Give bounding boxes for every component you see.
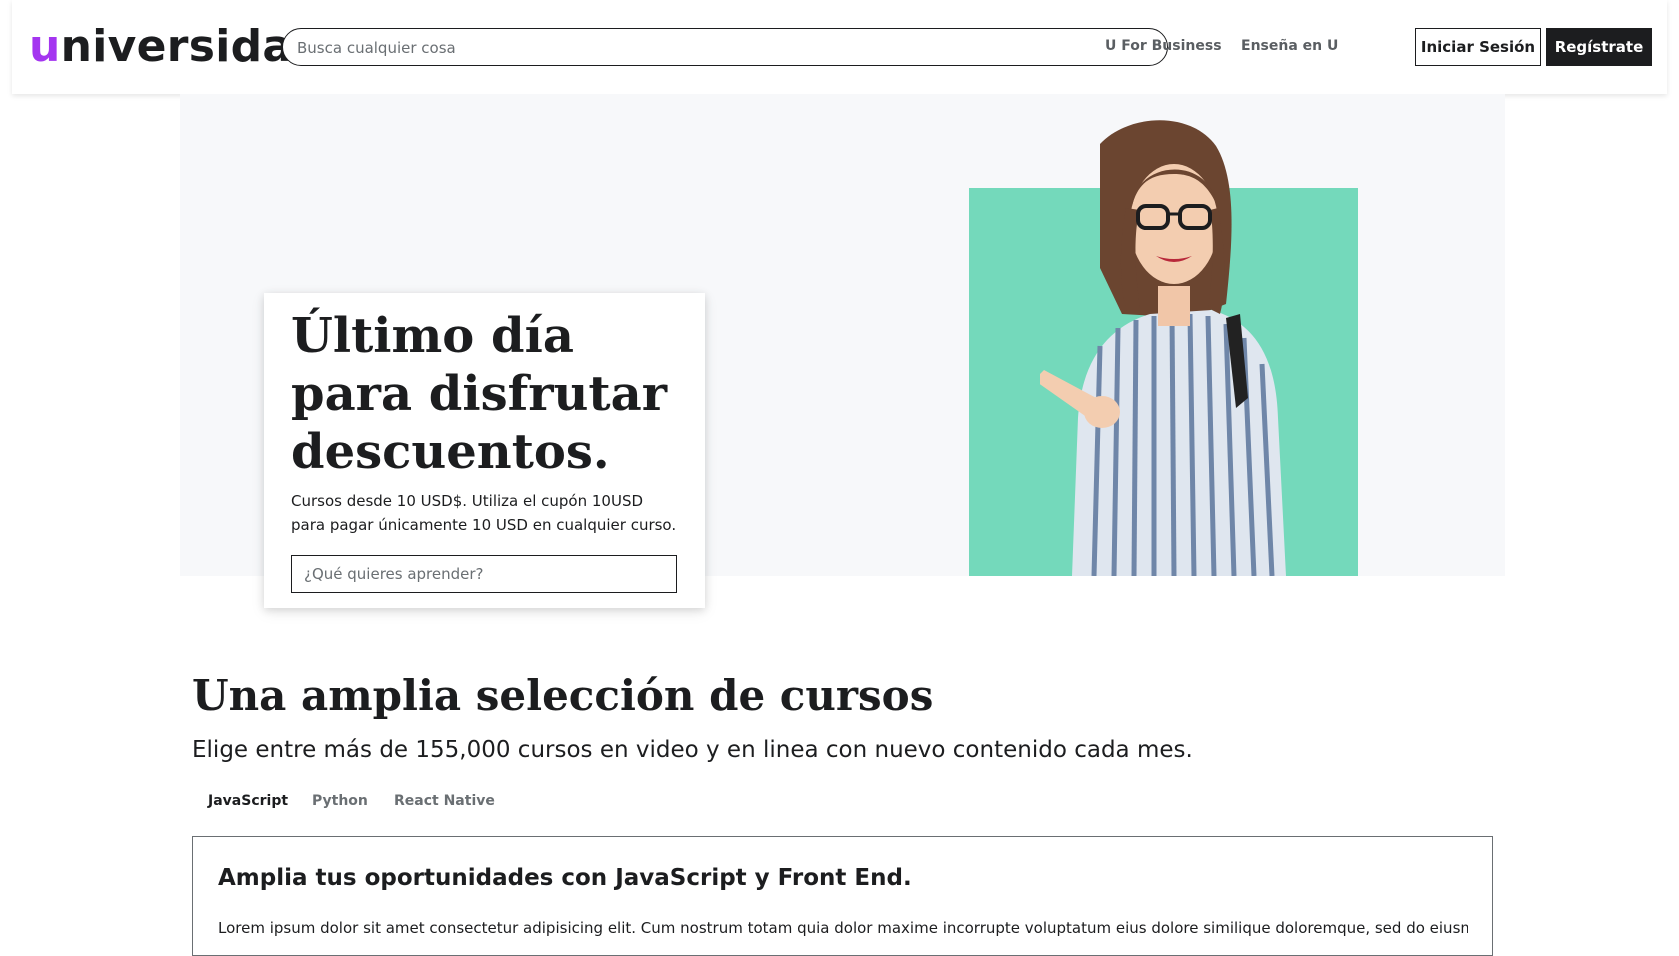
hero-woman-image — [1040, 120, 1286, 576]
header-search-bar[interactable] — [282, 28, 1168, 66]
courses-section-subtitle: Elige entre más de 155,000 cursos en vid… — [192, 737, 1193, 763]
nav-link-business[interactable]: U For Business — [1105, 38, 1222, 54]
courses-section-title: Una amplia selección de cursos — [192, 671, 934, 720]
promo-description: Cursos desde 10 USD$. Utiliza el cupón 1… — [291, 492, 677, 534]
promo-title: Último día para disfrutar descuentos. — [291, 308, 667, 480]
course-panel-text: Lorem ipsum dolor sit amet consectetur a… — [218, 919, 1468, 937]
login-button[interactable]: Iniciar Sesión — [1415, 28, 1541, 66]
promo-card: Último día para disfrutar descuentos. Cu… — [264, 293, 705, 608]
tab-javascript[interactable]: JavaScript — [208, 793, 288, 809]
site-logo[interactable]: universidad — [29, 20, 324, 74]
course-panel-title: Amplia tus oportunidades con JavaScript … — [218, 865, 912, 891]
promo-search-input[interactable] — [291, 555, 677, 593]
top-header: universidad U For Business Enseña en U I… — [12, 0, 1667, 94]
header-search-input[interactable] — [295, 29, 1159, 66]
course-tab-panel: Amplia tus oportunidades con JavaScript … — [192, 836, 1493, 956]
logo-letter-u: u — [29, 21, 61, 72]
nav-link-teach[interactable]: Enseña en U — [1241, 38, 1338, 54]
register-button[interactable]: Regístrate — [1546, 28, 1652, 66]
tab-python[interactable]: Python — [312, 793, 368, 809]
tab-react-native[interactable]: React Native — [394, 793, 495, 809]
